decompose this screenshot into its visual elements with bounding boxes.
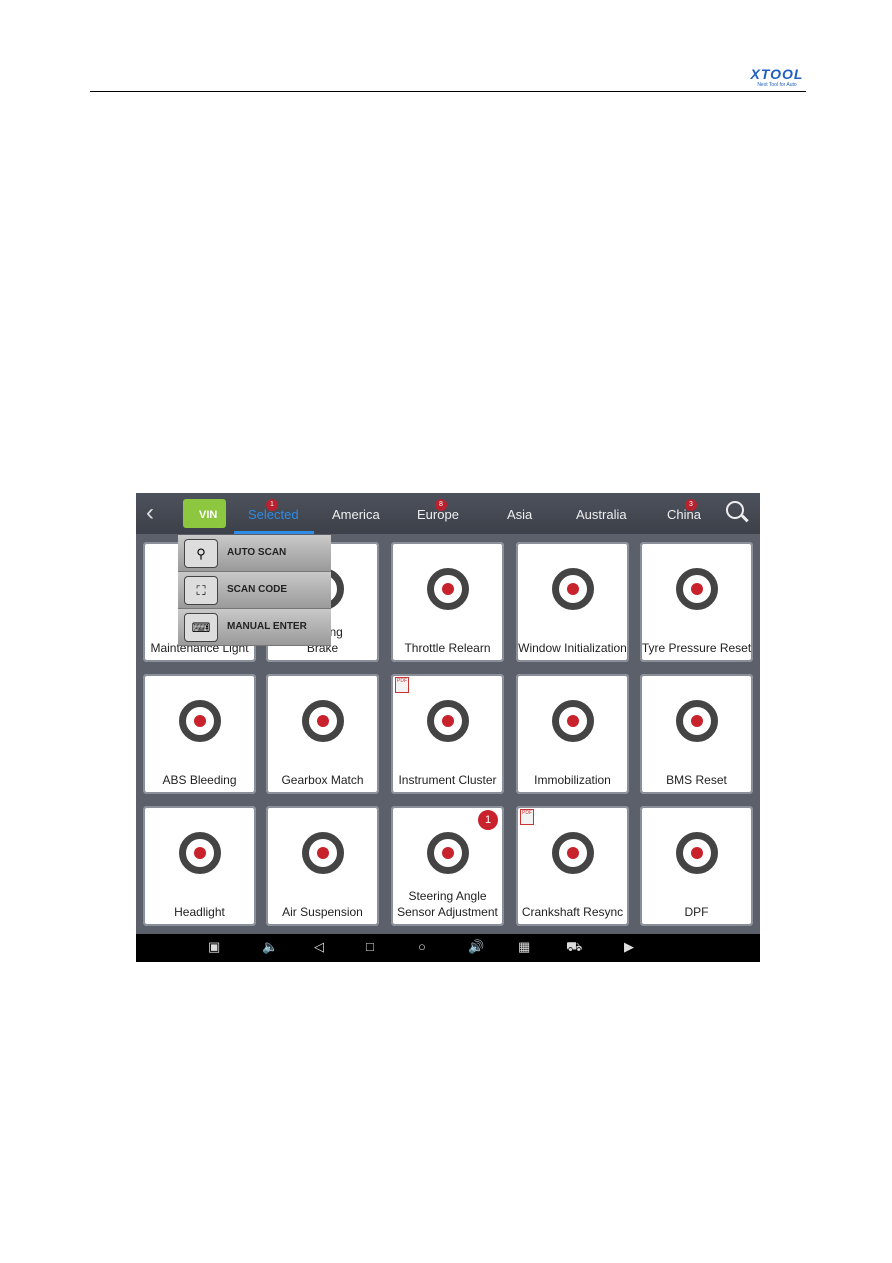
volume-down-icon[interactable]: 🔈 <box>262 939 278 955</box>
tab-australia[interactable]: Australia <box>576 507 627 522</box>
recents-icon[interactable]: □ <box>366 939 374 954</box>
tab-badge: 3 <box>685 499 697 511</box>
menu-item-label: AUTO SCAN <box>227 547 287 558</box>
menu-item-label: SCAN CODE <box>227 584 288 595</box>
function-icon <box>552 568 594 610</box>
android-nav-bar: ▣ 🔈 ◁ □ ○ 🔊 ▦ ⛟ ▶ <box>136 934 760 962</box>
back-icon[interactable]: ◁ <box>314 939 324 955</box>
search-icon[interactable] <box>726 501 744 519</box>
back-icon[interactable]: ‹ <box>146 499 154 527</box>
pdf-icon[interactable]: PDF <box>395 677 409 693</box>
function-icon <box>676 700 718 742</box>
header-rule <box>90 91 806 92</box>
function-icon <box>302 700 344 742</box>
vin-dropdown-menu: ⚲ AUTO SCAN ⛶ SCAN CODE ⌨ MANUAL ENTER <box>178 535 331 646</box>
home-icon[interactable]: ○ <box>418 939 426 954</box>
function-tile[interactable]: Steering Angle Sensor Adjustment 1 <box>391 806 504 926</box>
tile-label: Air Suspension <box>282 905 363 919</box>
tab-badge: 1 <box>266 499 278 511</box>
function-tile[interactable]: Crankshaft Resync PDF <box>516 806 629 926</box>
function-tile[interactable]: Air Suspension <box>266 806 379 926</box>
function-tile[interactable]: Immobilization <box>516 674 629 794</box>
menu-item-label: MANUAL ENTER <box>227 621 307 632</box>
function-icon <box>427 568 469 610</box>
active-tab-underline <box>234 531 314 534</box>
tile-label: Instrument Cluster <box>398 773 497 787</box>
vci-icon[interactable]: ▦ <box>518 939 530 955</box>
function-icon <box>552 700 594 742</box>
tile-label: Window Initialization <box>518 641 627 655</box>
function-tile[interactable]: Headlight <box>143 806 256 926</box>
tile-label: Headlight <box>174 905 225 919</box>
notification-badge: 1 <box>478 810 498 830</box>
screenshot-icon[interactable]: ▣ <box>208 939 220 955</box>
pdf-icon[interactable]: PDF <box>520 809 534 825</box>
truck-icon[interactable]: ⛟ <box>566 939 582 957</box>
volume-up-icon[interactable]: 🔊 <box>468 939 484 955</box>
function-icon <box>427 700 469 742</box>
tablet-screen: ‹ VIN Selected 1 America Europe 8 Asia Austral… <box>136 493 760 962</box>
function-tile[interactable]: DPF <box>640 806 753 926</box>
play-icon[interactable]: ▶ <box>624 939 634 955</box>
tab-america[interactable]: America <box>332 507 380 522</box>
tile-label: Tyre Pressure Reset <box>641 641 752 655</box>
function-icon <box>427 832 469 874</box>
magnifier-icon: ⚲ <box>184 539 218 568</box>
tile-label: DPF <box>684 905 709 919</box>
tile-label: Crankshaft Resync <box>521 905 624 919</box>
tile-label: Throttle Relearn <box>404 641 491 655</box>
scan-frame-icon: ⛶ <box>184 576 218 605</box>
function-tile[interactable]: Tyre Pressure Reset <box>640 542 753 662</box>
tab-asia[interactable]: Asia <box>507 507 532 522</box>
tile-label: Immobilization <box>534 773 611 787</box>
function-tile[interactable]: BMS Reset <box>640 674 753 794</box>
function-tile[interactable]: Instrument Cluster PDF <box>391 674 504 794</box>
tile-label: Steering Angle Sensor Adjustment <box>397 889 498 919</box>
function-tile[interactable]: Throttle Relearn <box>391 542 504 662</box>
tile-label: ABS Bleeding <box>162 773 237 787</box>
function-tile[interactable]: Window Initialization <box>516 542 629 662</box>
menu-item-manual-enter[interactable]: ⌨ MANUAL ENTER <box>178 609 331 646</box>
tile-label: Gearbox Match <box>281 773 364 787</box>
vin-button[interactable]: VIN <box>183 499 226 528</box>
tab-badge: 8 <box>435 499 447 511</box>
function-icon <box>552 832 594 874</box>
function-tile[interactable]: Gearbox Match <box>266 674 379 794</box>
tile-label: BMS Reset <box>666 773 727 787</box>
function-icon <box>179 700 221 742</box>
tab-china[interactable]: China <box>667 507 701 522</box>
top-bar: ‹ VIN Selected 1 America Europe 8 Asia Austral… <box>136 493 760 534</box>
xtool-logo: XTOOL Next Tool for Auto <box>750 66 804 88</box>
keyboard-icon: ⌨ <box>184 613 218 642</box>
menu-item-auto-scan[interactable]: ⚲ AUTO SCAN <box>178 535 331 572</box>
function-icon <box>302 832 344 874</box>
function-icon <box>179 832 221 874</box>
function-tile[interactable]: ABS Bleeding <box>143 674 256 794</box>
function-icon <box>676 568 718 610</box>
menu-item-scan-code[interactable]: ⛶ SCAN CODE <box>178 572 331 609</box>
function-icon <box>676 832 718 874</box>
